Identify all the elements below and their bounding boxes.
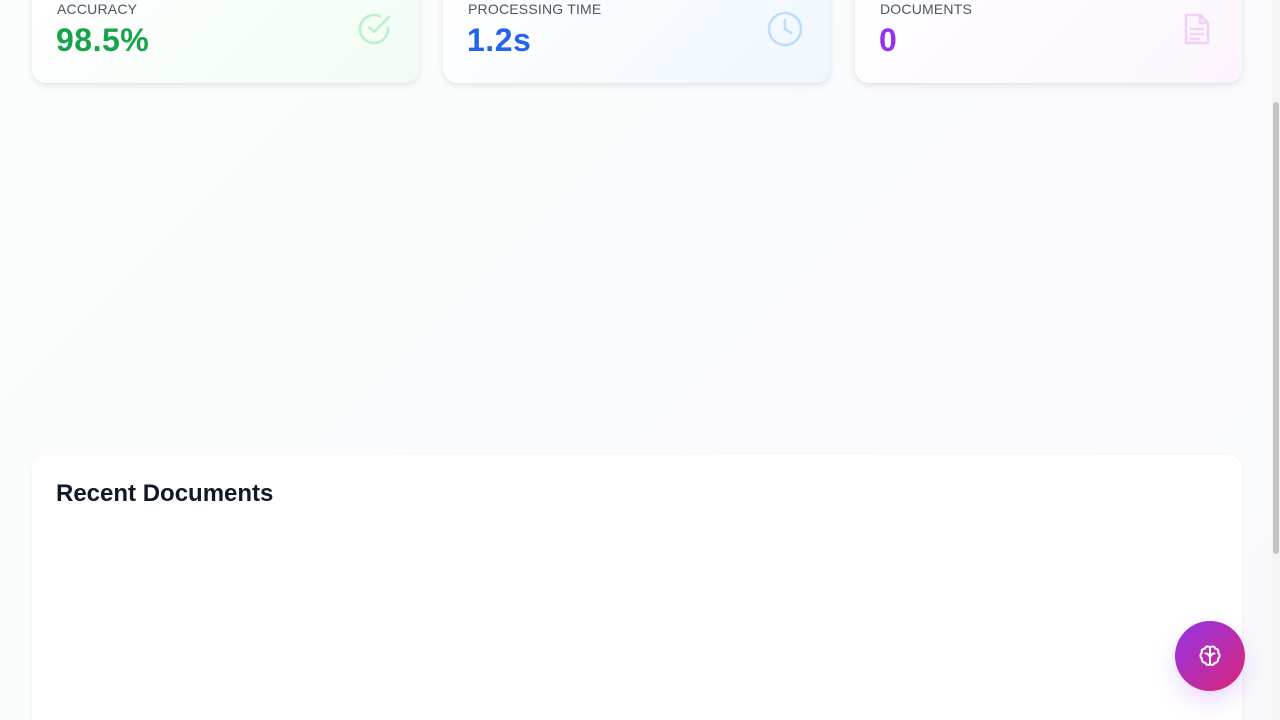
stat-label: ACCURACY: [57, 1, 138, 17]
scrollbar[interactable]: [1272, 0, 1280, 720]
stat-card-documents: DOCUMENTS 0: [855, 0, 1242, 83]
panel-title: Recent Documents: [56, 480, 274, 507]
scrollbar-thumb[interactable]: [1273, 102, 1279, 554]
stat-value: 1.2s: [467, 22, 532, 58]
document-icon: [1184, 13, 1210, 45]
check-circle-icon: [358, 13, 391, 45]
stat-value: 0: [879, 22, 898, 58]
stat-label: DOCUMENTS: [880, 1, 973, 17]
stat-label: PROCESSING TIME: [468, 1, 602, 17]
stat-card-accuracy: ACCURACY 98.5%: [32, 0, 419, 83]
clock-icon: [767, 11, 803, 47]
stat-value: 98.5%: [56, 22, 150, 58]
stat-card-processing-time: PROCESSING TIME 1.2s: [443, 0, 830, 83]
recent-documents-panel: Recent Documents: [32, 455, 1242, 720]
brain-icon: [1199, 645, 1221, 666]
ai-assistant-button[interactable]: [1175, 621, 1245, 691]
